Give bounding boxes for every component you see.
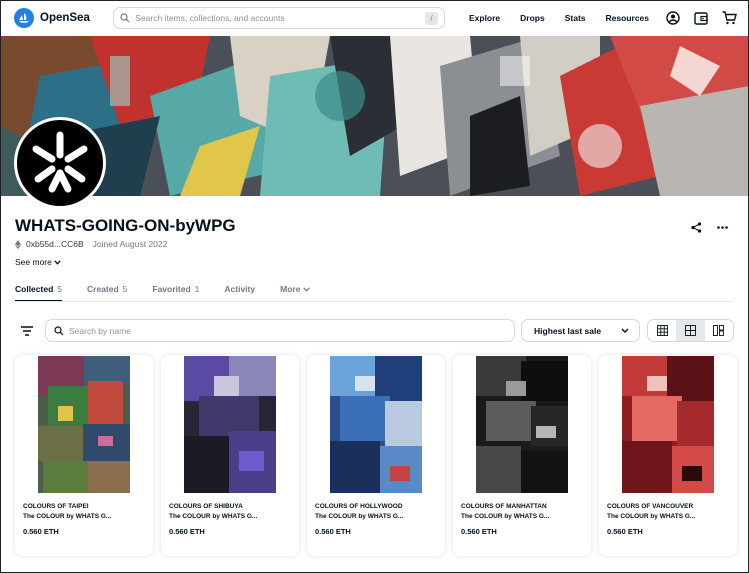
top-nav: OpenSea Search items, collections, and a… bbox=[0, 0, 749, 36]
sort-dropdown[interactable]: Highest last sale bbox=[521, 319, 640, 342]
see-more-label: See more bbox=[15, 257, 52, 267]
tab-label: Collected bbox=[15, 284, 54, 294]
nft-price: 0.560 ETH bbox=[23, 527, 59, 536]
more-options-icon[interactable] bbox=[716, 221, 728, 233]
tab-collected[interactable]: Collected 5 bbox=[15, 284, 62, 302]
see-more-button[interactable]: See more bbox=[15, 257, 61, 267]
banner-artwork bbox=[0, 36, 749, 196]
profile-meta: 0xb55d...CC6B Joined August 2022 bbox=[15, 239, 167, 249]
items-grid: COLOURS OF TAIPEI The COLOUR by WHATS G.… bbox=[15, 355, 737, 556]
search-icon bbox=[120, 13, 130, 23]
search-by-name-input[interactable]: Search by name bbox=[45, 319, 515, 342]
nav-stats[interactable]: Stats bbox=[565, 13, 586, 23]
tab-count: 1 bbox=[194, 284, 200, 294]
wallet-icon[interactable] bbox=[693, 10, 709, 26]
opensea-logo-icon bbox=[14, 8, 34, 28]
tab-created[interactable]: Created 5 bbox=[87, 284, 127, 301]
share-icon[interactable] bbox=[690, 221, 702, 233]
nft-card[interactable]: COLOURS OF TAIPEI The COLOUR by WHATS G.… bbox=[15, 355, 153, 556]
nft-collection: The COLOUR by WHATS G... bbox=[23, 513, 112, 520]
tab-favorited[interactable]: Favorited 1 bbox=[152, 284, 199, 301]
avatar-logo-icon bbox=[32, 131, 88, 193]
nft-card[interactable]: COLOURS OF HOLLYWOOD The COLOUR by WHATS… bbox=[307, 355, 445, 556]
collection-avatar bbox=[14, 117, 106, 209]
search-icon bbox=[54, 325, 64, 335]
chevron-down-icon bbox=[303, 287, 311, 292]
nft-price: 0.560 ETH bbox=[169, 527, 205, 536]
global-search-input[interactable]: Search items, collections, and accounts … bbox=[113, 7, 445, 29]
search-shortcut-badge: / bbox=[424, 11, 438, 25]
tab-label: Activity bbox=[224, 284, 256, 294]
collection-banner bbox=[0, 36, 749, 196]
nft-thumbnail bbox=[330, 356, 422, 493]
cart-icon[interactable] bbox=[721, 10, 737, 26]
nft-price: 0.560 ETH bbox=[461, 527, 497, 536]
wallet-address[interactable]: 0xb55d...CC6B bbox=[26, 239, 84, 249]
nav-drops[interactable]: Drops bbox=[520, 13, 545, 23]
nft-thumbnail bbox=[622, 356, 714, 493]
search-by-name-placeholder: Search by name bbox=[69, 325, 131, 336]
nft-collection: The COLOUR by WHATS G... bbox=[169, 513, 258, 520]
grid-icon[interactable] bbox=[676, 320, 705, 341]
nft-collection: The COLOUR by WHATS G... bbox=[315, 513, 404, 520]
brand-name: OpenSea bbox=[40, 12, 90, 24]
sort-label: Highest last sale bbox=[534, 325, 602, 336]
nft-collection: The COLOUR by WHATS G... bbox=[461, 513, 550, 520]
nft-card[interactable]: COLOURS OF MANHATTAN The COLOUR by WHATS… bbox=[453, 355, 591, 556]
tabs-divider bbox=[15, 301, 734, 302]
chevron-down-icon bbox=[54, 259, 61, 265]
compact-icon[interactable] bbox=[705, 320, 733, 341]
nft-price: 0.560 ETH bbox=[315, 527, 351, 536]
tab-label: Favorited bbox=[152, 284, 191, 294]
tab-activity[interactable]: Activity bbox=[224, 284, 255, 301]
nft-card[interactable]: COLOURS OF SHIBUYA The COLOUR by WHATS G… bbox=[161, 355, 299, 556]
nft-name: COLOURS OF HOLLYWOOD bbox=[315, 503, 403, 510]
ethereum-icon bbox=[15, 239, 21, 249]
nft-thumbnail bbox=[38, 356, 130, 493]
nft-name: COLOURS OF MANHATTAN bbox=[461, 503, 547, 510]
nft-price: 0.560 ETH bbox=[607, 527, 643, 536]
tab-more[interactable]: More bbox=[280, 284, 311, 301]
nft-card[interactable]: COLOURS OF VANCOUVER The COLOUR by WHATS… bbox=[599, 355, 737, 556]
collection-title: WHATS-GOING-ON-byWPG bbox=[15, 216, 236, 235]
nft-thumbnail bbox=[476, 356, 568, 493]
large-grid-icon[interactable] bbox=[648, 320, 676, 341]
view-mode-toggle bbox=[647, 319, 734, 342]
joined-date: Joined August 2022 bbox=[92, 239, 168, 249]
nft-thumbnail bbox=[184, 356, 276, 493]
nav-resources[interactable]: Resources bbox=[606, 13, 649, 23]
nav-explore[interactable]: Explore bbox=[469, 13, 500, 23]
search-placeholder: Search items, collections, and accounts bbox=[135, 13, 285, 23]
nft-name: COLOURS OF SHIBUYA bbox=[169, 503, 243, 510]
opensea-logo[interactable]: OpenSea bbox=[14, 8, 113, 28]
tab-label: Created bbox=[87, 284, 119, 294]
chevron-down-icon bbox=[621, 328, 629, 333]
filter-icon[interactable] bbox=[20, 324, 34, 336]
nft-collection: The COLOUR by WHATS G... bbox=[607, 513, 696, 520]
nft-name: COLOURS OF VANCOUVER bbox=[607, 503, 694, 510]
tab-label: More bbox=[280, 284, 301, 294]
tab-count: 5 bbox=[122, 284, 128, 294]
nft-name: COLOURS OF TAIPEI bbox=[23, 503, 89, 510]
account-icon[interactable] bbox=[665, 10, 681, 26]
profile-tabs: Collected 5 Created 5 Favorited 1 Activity … bbox=[15, 284, 335, 302]
tab-count: 5 bbox=[57, 284, 62, 294]
